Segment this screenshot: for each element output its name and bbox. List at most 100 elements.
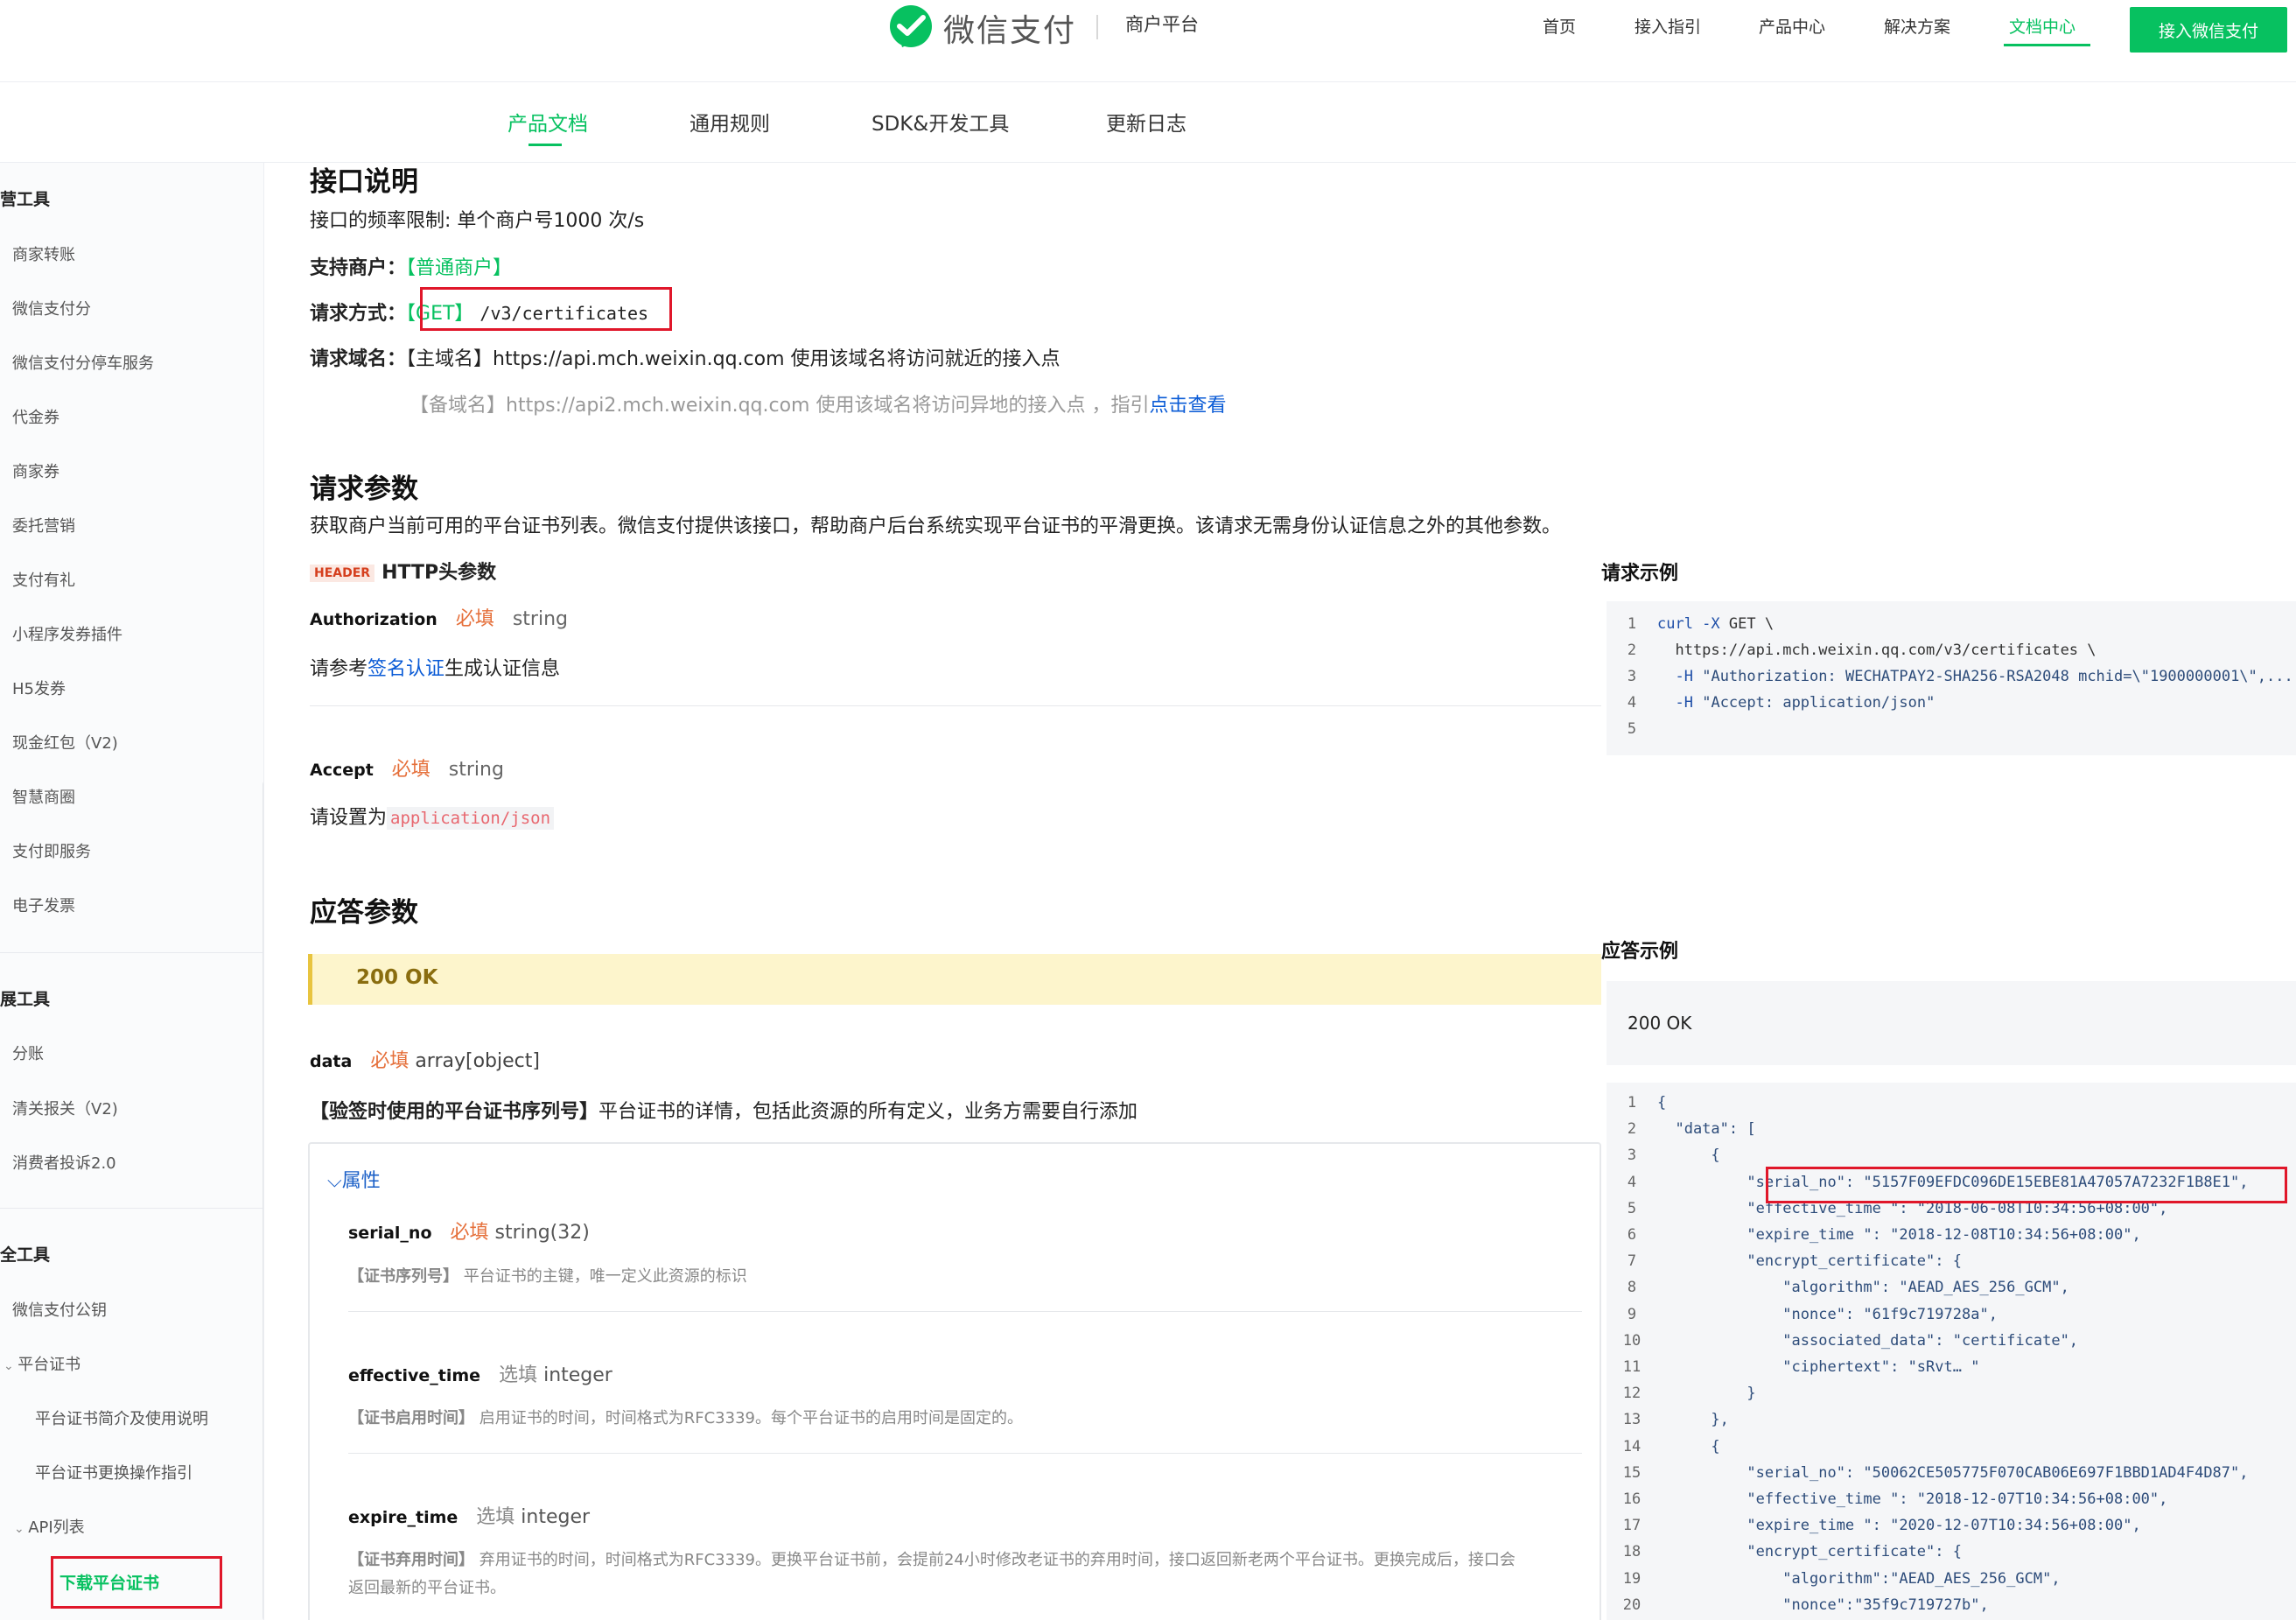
signature-auth-link[interactable]: 签名认证 [368,658,444,680]
code-line: 11 "ciphertext": "sRvt… " [1622,1358,1980,1376]
brand-name: 微信支付 [943,13,1077,49]
sidebar-item-download-cert[interactable]: 下载平台证书 [60,1570,159,1594]
divider [348,1453,1582,1454]
nav-active-indicator [2004,44,2090,46]
subtab-active-indicator [528,144,562,146]
code-line: 10 "associated_data": "certificate", [1622,1331,2079,1350]
code-line: 1{ [1627,1094,1667,1112]
code-line: 9 "nonce": "61f9c719728a", [1627,1305,1998,1323]
code-line: 6 "expire_time ": "2018-12-08T10:34:56+0… [1627,1226,2141,1244]
nav-access-guide[interactable]: 接入指引 [1634,14,1701,38]
param-accept: Accept 必填 string [310,759,504,781]
code-line: 14 { [1622,1437,1720,1455]
header-badge: HEADER [310,565,375,582]
code-line: 3 { [1627,1147,1720,1165]
sidebar-item-platform-cert[interactable]: ⌄ 平台证书 [4,1352,80,1375]
response-status-box: 200 OK [1606,981,2296,1065]
top-header: 微信支付 商户平台 首页 接入指引 产品中心 解决方案 文档中心 接入微信支付 [0,0,2296,82]
highlight-box [1766,1167,2287,1203]
tab-changelog[interactable]: 更新日志 [1106,107,1186,137]
request-desc: 获取商户当前可用的平台证书列表。微信支付提供该接口，帮助商户后台系统实现平台证书… [310,515,1562,537]
tab-sdk-tools[interactable]: SDK&开发工具 [872,107,1009,137]
sidebar-item[interactable]: 清关报关（V2) [12,1097,118,1119]
code-line: 1 curl -X GET \ [1627,615,1774,633]
join-wechat-pay-button[interactable]: 接入微信支付 [2130,7,2287,53]
code-line: 12 } [1622,1385,1756,1403]
code-line: 8 "algorithm": "AEAD_AES_256_GCM", [1627,1279,2069,1297]
chevron-down-icon: ⌵ [327,1170,342,1192]
sidebar-group-security[interactable]: 全工具 [0,1242,50,1266]
accept-desc: 请设置为 application/json [310,802,555,830]
sidebar-item[interactable]: 支付有礼 [12,568,75,591]
section-title-response: 应答参数 [310,897,418,929]
attributes-toggle[interactable]: ⌵属性 [327,1165,381,1193]
status-200-bar: 200 OK [308,954,1601,1005]
field-effective-time-desc: 【证书启用时间】 启用证书的时间，时间格式为RFC3339。每个平台证书的启用时… [348,1409,1023,1427]
brand-divider [1096,15,1098,39]
doc-subnav: 产品文档 通用规则 SDK&开发工具 更新日志 [0,82,2296,163]
code-line: 2 "data": [ [1627,1120,1756,1139]
section-title-interface: 接口说明 [310,166,418,198]
sidebar-item[interactable]: 微信支付分停车服务 [12,351,154,374]
section-title-request: 请求参数 [310,473,418,505]
field-effective-time: effective_time 选填 integer [348,1364,612,1386]
chevron-down-icon: ⌄ [14,1522,29,1536]
sidebar-item[interactable]: 小程序发券插件 [12,622,122,645]
sidebar-item[interactable]: 电子发票 [12,894,75,916]
sidebar-group-extension[interactable]: 展工具 [0,986,50,1010]
sidebar-item[interactable]: 微信支付公钥 [12,1298,107,1321]
sidebar-item[interactable]: H5发券 [12,677,66,699]
field-expire-time: expire_time 选填 integer [348,1506,591,1528]
wechat-pay-logo-icon [890,5,932,47]
nav-docs[interactable]: 文档中心 [2009,14,2076,38]
http-header-title: HEADER HTTP头参数 [310,557,496,585]
accept-value-code: application/json [387,807,555,830]
sidebar-item[interactable]: 智慧商圈 [12,785,75,808]
highlight-box [420,287,672,331]
code-line: 2 https://api.mch.weixin.qq.com/v3/certi… [1627,642,2096,659]
field-serial-no-desc: 【证书序列号】 平台证书的主键，唯一定义此资源的标识 [348,1267,747,1286]
param-authorization: Authorization 必填 string [310,608,568,630]
sidebar-item[interactable]: 分账 [12,1041,44,1064]
tab-product-docs[interactable]: 产品文档 [508,107,588,137]
view-guide-link[interactable]: 点击查看 [1149,395,1226,417]
code-line: 20 "nonce":"35f9c719727b", [1622,1595,1989,1614]
divider [348,1311,1582,1312]
sidebar-item[interactable]: 委托营销 [12,514,75,536]
sidebar-item[interactable]: 商家券 [12,459,60,482]
field-serial-no: serial_no 必填 string(32) [348,1222,590,1244]
sidebar-item[interactable]: 平台证书更换操作指引 [35,1461,192,1483]
chevron-down-icon: ⌄ [4,1359,18,1373]
sidebar-item[interactable]: 消费者投诉2.0 [12,1151,116,1174]
response-sample-title: 应答示例 [1601,941,1679,963]
sidebar-item[interactable]: 商家转账 [12,242,75,265]
sidebar-scrollbar[interactable] [262,781,263,1620]
sidebar-item[interactable]: 微信支付分 [12,297,91,319]
sidebar-group-marketing[interactable]: 营工具 [0,186,50,210]
status-code: 200 OK [356,966,438,989]
field-expire-time-desc-cont: 返回最新的平台证书。 [348,1579,506,1597]
sidebar-item[interactable]: 代金券 [12,405,60,428]
code-line: 15 "serial_no": "50062CE505775F070CAB06E… [1622,1463,2249,1482]
sidebar-item[interactable]: 支付即服务 [12,839,91,862]
support-value: 【普通商户】 [406,257,513,279]
sidebar-item[interactable]: 现金红包（V2) [12,731,118,754]
code-line: 5 [1627,720,1637,738]
backup-domain-row: 【备域名】https://api2.mch.weixin.qq.com 使用该域… [410,395,1227,417]
field-expire-time-desc: 【证书弃用时间】 弃用证书的时间，时间格式为RFC3339。更换平台证书前，会提… [348,1551,1516,1569]
brand-subtitle: 商户平台 [1125,14,1199,35]
code-line: 17 "expire_time ": "2020-12-07T10:34:56+… [1622,1517,2141,1535]
brand-logo[interactable]: 微信支付 [887,4,1076,53]
nav-solutions[interactable]: 解决方案 [1884,14,1950,38]
rate-limit-text: 接口的频率限制: 单个商户号1000 次/s [310,210,645,232]
divider [310,705,1601,706]
nav-home[interactable]: 首页 [1543,14,1576,38]
authorization-desc: 请参考签名认证生成认证信息 [310,658,561,680]
code-line: 16 "effective_time ": "2018-12-07T10:34:… [1622,1490,2168,1508]
sidebar-item[interactable]: 平台证书简介及使用说明 [35,1406,208,1429]
sidebar-divider [0,952,262,953]
sidebar-item-api-list[interactable]: ⌄ API列表 [14,1515,85,1538]
nav-products[interactable]: 产品中心 [1759,14,1825,38]
tab-general-rules[interactable]: 通用规则 [690,107,770,137]
code-line: 7 "encrypt_certificate": { [1627,1252,1962,1271]
